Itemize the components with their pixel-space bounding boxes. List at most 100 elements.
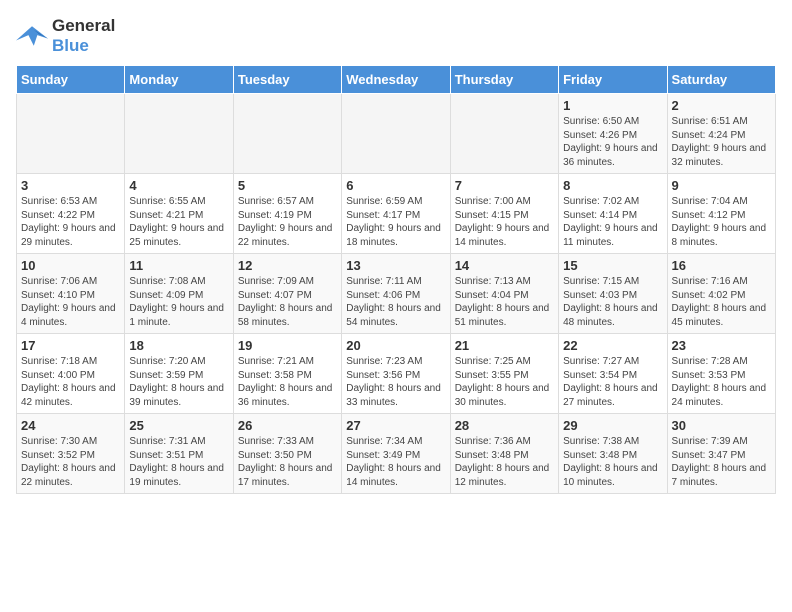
calendar-day-header: Monday (125, 66, 233, 94)
day-number: 21 (455, 338, 554, 353)
calendar-cell: 16 Sunrise: 7:16 AM Sunset: 4:02 PM Dayli… (667, 254, 775, 334)
calendar-day-header: Thursday (450, 66, 558, 94)
day-info: Sunrise: 7:04 AM Sunset: 4:12 PM Dayligh… (672, 195, 771, 249)
day-number: 4 (129, 178, 228, 193)
calendar-day-header: Saturday (667, 66, 775, 94)
day-info: Sunrise: 7:02 AM Sunset: 4:14 PM Dayligh… (563, 195, 662, 249)
calendar-cell: 6Sunrise: 6:59 AM Sunset: 4:17 PM Daylig… (342, 174, 450, 254)
calendar-cell: 26Sunrise: 7:33 AM Sunset: 3:50 PM Dayli… (233, 414, 341, 494)
calendar-cell (125, 94, 233, 174)
calendar-week-row: 17Sunrise: 7:18 AM Sunset: 4:00 PM Dayli… (17, 334, 776, 414)
calendar-cell: 11 Sunrise: 7:08 AM Sunset: 4:09 PM Dayli… (125, 254, 233, 334)
calendar-day-header: Friday (559, 66, 667, 94)
calendar-cell (342, 94, 450, 174)
calendar-cell: 1Sunrise: 6:50 AM Sunset: 4:26 PM Daylig… (559, 94, 667, 174)
calendar: SundayMondayTuesdayWednesdayThursdayFrid… (16, 65, 776, 494)
logo-text: General Blue (52, 16, 115, 55)
day-info: Sunrise: 7:08 AM Sunset: 4:09 PM Dayligh… (129, 275, 228, 329)
day-info: Sunrise: 7:20 AM Sunset: 3:59 PM Dayligh… (129, 355, 228, 409)
day-number: 22 (563, 338, 662, 353)
calendar-cell (450, 94, 558, 174)
day-number: 2 (672, 98, 771, 113)
calendar-week-row: 1Sunrise: 6:50 AM Sunset: 4:26 PM Daylig… (17, 94, 776, 174)
calendar-day-header: Wednesday (342, 66, 450, 94)
calendar-cell: 7 Sunrise: 7:00 AM Sunset: 4:15 PM Daylig… (450, 174, 558, 254)
day-info: Sunrise: 7:06 AM Sunset: 4:10 PM Dayligh… (21, 275, 120, 329)
calendar-cell: 25 Sunrise: 7:31 AM Sunset: 3:51 PM Dayli… (125, 414, 233, 494)
calendar-week-row: 3 Sunrise: 6:53 AM Sunset: 4:22 PM Daylig… (17, 174, 776, 254)
day-number: 16 (672, 258, 771, 273)
day-number: 3 (21, 178, 120, 193)
day-number: 5 (238, 178, 337, 193)
day-info: Sunrise: 7:00 AM Sunset: 4:15 PM Dayligh… (455, 195, 554, 249)
calendar-cell: 12 Sunrise: 7:09 AM Sunset: 4:07 PM Dayli… (233, 254, 341, 334)
calendar-cell: 10 Sunrise: 7:06 AM Sunset: 4:10 PM Dayli… (17, 254, 125, 334)
day-info: Sunrise: 7:16 AM Sunset: 4:02 PM Dayligh… (672, 275, 771, 329)
day-info: Sunrise: 7:36 AM Sunset: 3:48 PM Dayligh… (455, 435, 554, 489)
day-number: 8 (563, 178, 662, 193)
calendar-cell: 27 Sunrise: 7:34 AM Sunset: 3:49 PM Dayli… (342, 414, 450, 494)
calendar-cell (17, 94, 125, 174)
calendar-cell: 3 Sunrise: 6:53 AM Sunset: 4:22 PM Daylig… (17, 174, 125, 254)
day-info: Sunrise: 7:30 AM Sunset: 3:52 PM Dayligh… (21, 435, 120, 489)
day-info: Sunrise: 7:27 AM Sunset: 3:54 PM Dayligh… (563, 355, 662, 409)
page: General Blue SundayMondayTuesdayWednesda… (0, 0, 792, 502)
day-number: 30 (672, 418, 771, 433)
day-number: 19 (238, 338, 337, 353)
calendar-cell: 18 Sunrise: 7:20 AM Sunset: 3:59 PM Dayli… (125, 334, 233, 414)
calendar-day-header: Tuesday (233, 66, 341, 94)
day-info: Sunrise: 7:13 AM Sunset: 4:04 PM Dayligh… (455, 275, 554, 329)
calendar-cell: 23 Sunrise: 7:28 AM Sunset: 3:53 PM Dayli… (667, 334, 775, 414)
calendar-cell (233, 94, 341, 174)
day-number: 29 (563, 418, 662, 433)
day-number: 15 (563, 258, 662, 273)
day-number: 12 (238, 258, 337, 273)
day-info: Sunrise: 7:25 AM Sunset: 3:55 PM Dayligh… (455, 355, 554, 409)
day-info: Sunrise: 7:33 AM Sunset: 3:50 PM Dayligh… (238, 435, 337, 489)
calendar-cell: 21 Sunrise: 7:25 AM Sunset: 3:55 PM Dayli… (450, 334, 558, 414)
day-number: 24 (21, 418, 120, 433)
day-number: 20 (346, 338, 445, 353)
day-info: Sunrise: 7:09 AM Sunset: 4:07 PM Dayligh… (238, 275, 337, 329)
day-info: Sunrise: 6:51 AM Sunset: 4:24 PM Dayligh… (672, 115, 771, 169)
day-number: 13 (346, 258, 445, 273)
calendar-cell: 14Sunrise: 7:13 AM Sunset: 4:04 PM Dayli… (450, 254, 558, 334)
day-number: 10 (21, 258, 120, 273)
logo: General Blue (16, 16, 115, 55)
day-info: Sunrise: 7:18 AM Sunset: 4:00 PM Dayligh… (21, 355, 120, 409)
calendar-week-row: 24 Sunrise: 7:30 AM Sunset: 3:52 PM Dayli… (17, 414, 776, 494)
day-info: Sunrise: 6:55 AM Sunset: 4:21 PM Dayligh… (129, 195, 228, 249)
day-number: 25 (129, 418, 228, 433)
calendar-cell: 2 Sunrise: 6:51 AM Sunset: 4:24 PM Daylig… (667, 94, 775, 174)
day-info: Sunrise: 7:11 AM Sunset: 4:06 PM Dayligh… (346, 275, 445, 329)
calendar-cell: 20 Sunrise: 7:23 AM Sunset: 3:56 PM Dayli… (342, 334, 450, 414)
day-number: 18 (129, 338, 228, 353)
day-number: 7 (455, 178, 554, 193)
calendar-cell: 5Sunrise: 6:57 AM Sunset: 4:19 PM Daylig… (233, 174, 341, 254)
day-info: Sunrise: 7:38 AM Sunset: 3:48 PM Dayligh… (563, 435, 662, 489)
calendar-cell: 24 Sunrise: 7:30 AM Sunset: 3:52 PM Dayli… (17, 414, 125, 494)
day-number: 9 (672, 178, 771, 193)
day-number: 28 (455, 418, 554, 433)
day-number: 23 (672, 338, 771, 353)
day-number: 27 (346, 418, 445, 433)
calendar-day-header: Sunday (17, 66, 125, 94)
day-info: Sunrise: 7:39 AM Sunset: 3:47 PM Dayligh… (672, 435, 771, 489)
calendar-week-row: 10 Sunrise: 7:06 AM Sunset: 4:10 PM Dayli… (17, 254, 776, 334)
calendar-cell: 4 Sunrise: 6:55 AM Sunset: 4:21 PM Daylig… (125, 174, 233, 254)
day-info: Sunrise: 6:53 AM Sunset: 4:22 PM Dayligh… (21, 195, 120, 249)
calendar-cell: 28 Sunrise: 7:36 AM Sunset: 3:48 PM Dayli… (450, 414, 558, 494)
calendar-cell: 22 Sunrise: 7:27 AM Sunset: 3:54 PM Dayli… (559, 334, 667, 414)
day-number: 1 (563, 98, 662, 113)
day-info: Sunrise: 7:21 AM Sunset: 3:58 PM Dayligh… (238, 355, 337, 409)
day-info: Sunrise: 7:34 AM Sunset: 3:49 PM Dayligh… (346, 435, 445, 489)
day-number: 11 (129, 258, 228, 273)
day-info: Sunrise: 7:15 AM Sunset: 4:03 PM Dayligh… (563, 275, 662, 329)
day-info: Sunrise: 7:23 AM Sunset: 3:56 PM Dayligh… (346, 355, 445, 409)
day-info: Sunrise: 7:28 AM Sunset: 3:53 PM Dayligh… (672, 355, 771, 409)
calendar-header-row: SundayMondayTuesdayWednesdayThursdayFrid… (17, 66, 776, 94)
calendar-cell: 30 Sunrise: 7:39 AM Sunset: 3:47 PM Dayli… (667, 414, 775, 494)
calendar-cell: 8 Sunrise: 7:02 AM Sunset: 4:14 PM Daylig… (559, 174, 667, 254)
day-info: Sunrise: 6:59 AM Sunset: 4:17 PM Dayligh… (346, 195, 445, 249)
day-info: Sunrise: 7:31 AM Sunset: 3:51 PM Dayligh… (129, 435, 228, 489)
